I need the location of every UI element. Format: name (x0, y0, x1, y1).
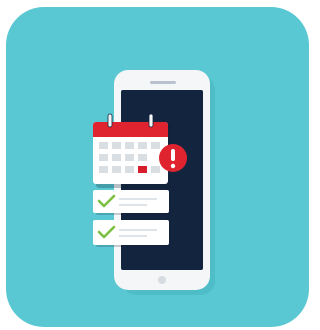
checklist-line (119, 198, 157, 200)
checklist-item (93, 190, 171, 215)
home-button-icon (158, 276, 166, 284)
checklist-line (119, 235, 147, 237)
calendar-ring-left (107, 113, 113, 128)
calendar-ring-right (148, 113, 154, 128)
calendar-alert-illustration (93, 70, 215, 295)
calendar-highlight-cell (138, 166, 147, 173)
checklist-item (93, 220, 171, 247)
checklist-line (119, 229, 157, 231)
alert-badge-icon (159, 144, 187, 172)
calendar-header-base (93, 131, 168, 137)
phone-speaker-icon (150, 81, 176, 84)
calendar-icon (93, 113, 171, 188)
checklist-line (119, 204, 147, 206)
